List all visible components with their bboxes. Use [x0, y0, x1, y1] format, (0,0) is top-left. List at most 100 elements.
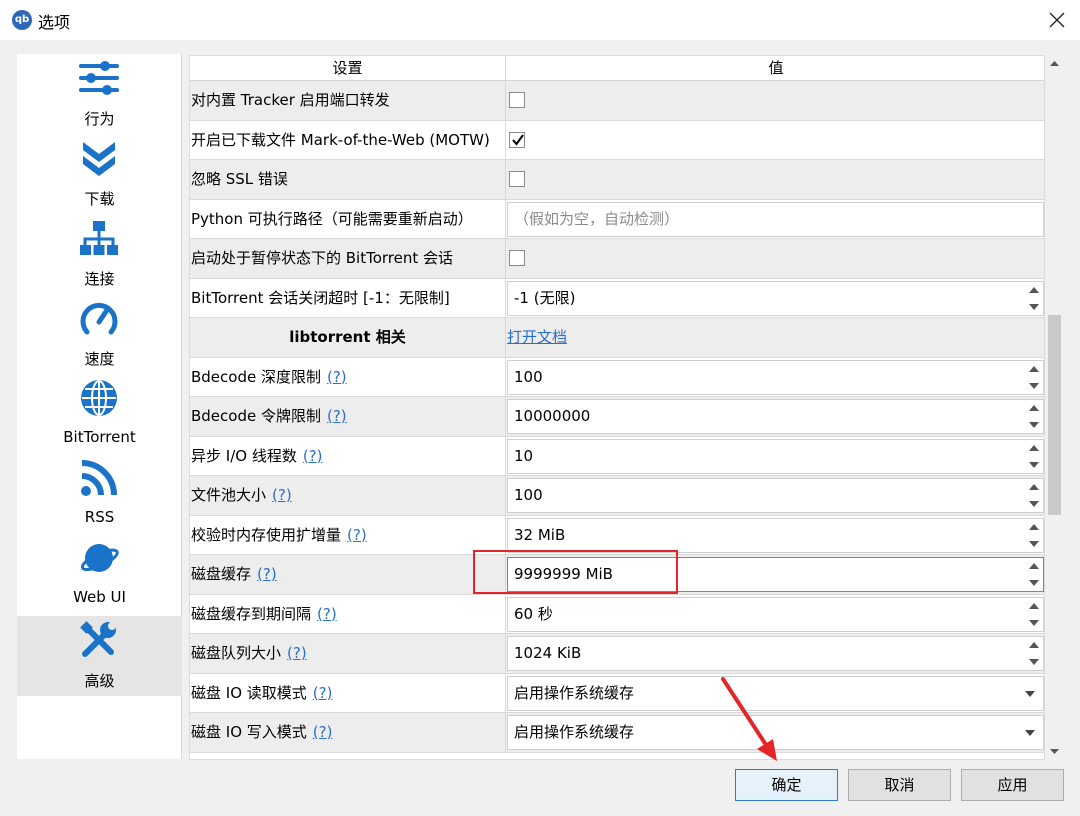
window-title: 选项 — [38, 13, 71, 32]
spin-down-button[interactable] — [1025, 615, 1043, 631]
chevron-up-icon — [1029, 642, 1039, 648]
chevron-down-icon — [1029, 619, 1039, 626]
setting-label: 异步 I/O 线程数 (?) — [190, 436, 506, 475]
table-row: 启动处于暂停状态下的 BitTorrent 会话 — [190, 239, 1044, 279]
spin-up-button[interactable] — [1025, 519, 1043, 535]
help-link[interactable]: (?) — [303, 447, 323, 465]
table-row: 对内置 Tracker 启用端口转发 — [190, 81, 1044, 121]
checking-memory-usage-spinbox[interactable]: 32 MiB — [507, 517, 1044, 553]
spin-down-button[interactable] — [1025, 654, 1043, 670]
help-link[interactable]: (?) — [313, 723, 333, 741]
column-header-value[interactable]: 值 — [506, 56, 1044, 81]
setting-label: 磁盘队列大小 (?) — [190, 634, 506, 673]
motw-checkbox[interactable] — [509, 131, 525, 148]
file-pool-size-spinbox[interactable]: 100 — [507, 478, 1044, 513]
embedded-tracker-port-forwarding-checkbox[interactable] — [509, 92, 525, 108]
spin-up-button[interactable] — [1025, 558, 1043, 574]
sliders-icon — [79, 61, 119, 95]
spin-up-button[interactable] — [1025, 440, 1043, 456]
sidebar-item-behavior[interactable]: 行为 — [17, 56, 182, 134]
setting-label: Bdecode 令牌限制 (?) — [190, 397, 506, 436]
chevron-up-icon — [1029, 484, 1039, 490]
spin-down-button[interactable] — [1025, 299, 1043, 315]
sidebar-item-label: 行为 — [84, 110, 115, 128]
setting-label-text: 磁盘队列大小 — [191, 644, 282, 662]
spinbox-value: 100 — [514, 367, 543, 386]
spinbox-value: 1024 KiB — [514, 644, 582, 662]
spin-up-button[interactable] — [1025, 479, 1043, 495]
setting-label: Python 可执行路径（可能需要重新启动） — [190, 199, 506, 238]
spin-down-button[interactable] — [1025, 575, 1043, 591]
help-link[interactable]: (?) — [327, 368, 347, 386]
chevron-down-icon — [1029, 540, 1039, 547]
scrollbar-thumb[interactable] — [1048, 315, 1061, 515]
bdecode-token-limit-spinbox[interactable]: 10000000 — [507, 399, 1044, 434]
help-link[interactable]: (?) — [317, 605, 337, 623]
sidebar-item-speed[interactable]: 速度 — [17, 296, 182, 374]
start-session-paused-checkbox[interactable] — [509, 250, 525, 266]
sidebar-item-connection[interactable]: 连接 — [17, 216, 182, 294]
spin-down-button[interactable] — [1025, 417, 1043, 433]
spin-up-button[interactable] — [1025, 361, 1043, 377]
spin-up-button[interactable] — [1025, 282, 1043, 298]
chevron-up-icon — [1029, 563, 1039, 569]
spin-down-button[interactable] — [1025, 496, 1043, 512]
disk-cache-expiry-spinbox[interactable]: 60 秒 — [507, 596, 1044, 632]
sidebar-item-webui[interactable]: Web UI — [17, 536, 182, 614]
dropdown-arrow-icon — [1025, 730, 1035, 736]
vertical-scrollbar[interactable] — [1045, 55, 1064, 760]
spin-up-button[interactable] — [1025, 637, 1043, 653]
spin-up-button[interactable] — [1025, 400, 1043, 416]
python-path-input[interactable]: （假如为空，自动检测） — [507, 201, 1044, 237]
section-label: libtorrent 相关 — [190, 318, 506, 357]
apply-button[interactable]: 应用 — [961, 769, 1064, 801]
disk-queue-size-spinbox[interactable]: 1024 KiB — [507, 636, 1044, 671]
session-shutdown-timeout-spinbox[interactable]: -1 (无限) — [507, 280, 1044, 316]
sidebar-item-downloads[interactable]: 下载 — [17, 136, 182, 214]
table-row: 文件池大小 (?) 100 — [190, 476, 1044, 516]
bdecode-depth-limit-spinbox[interactable]: 100 — [507, 359, 1044, 395]
help-link[interactable]: (?) — [272, 486, 292, 504]
ok-button[interactable]: 确定 — [735, 769, 838, 801]
help-link[interactable]: (?) — [257, 565, 277, 583]
sidebar-item-label: 速度 — [84, 350, 115, 368]
table-row: BitTorrent 会话关闭超时 [-1：无限制] -1 (无限) — [190, 278, 1044, 318]
sidebar-item-rss[interactable]: RSS — [17, 456, 182, 534]
help-link[interactable]: (?) — [287, 644, 307, 662]
table-row: 异步 I/O 线程数 (?) 10 — [190, 436, 1044, 476]
spinbox-value: 60 秒 — [514, 604, 553, 623]
sidebar-item-advanced[interactable]: 高级 — [17, 616, 182, 696]
scroll-up-button[interactable] — [1046, 55, 1063, 72]
setting-label: 磁盘 IO 写入模式 (?) — [190, 713, 506, 752]
table-row: Python 可执行路径（可能需要重新启动） （假如为空，自动检测） — [190, 199, 1044, 239]
ignore-ssl-errors-checkbox[interactable] — [509, 171, 525, 187]
column-header-setting[interactable]: 设置 — [190, 56, 506, 81]
table-row: 忽略 SSL 错误 — [190, 160, 1044, 200]
help-link[interactable]: (?) — [313, 684, 333, 702]
chevron-down-icon — [1029, 461, 1039, 468]
open-documentation-link[interactable]: 打开文档 — [507, 318, 567, 357]
chevron-down-icon — [1029, 659, 1039, 665]
setting-label: 文件池大小 (?) — [190, 476, 506, 515]
spin-down-button[interactable] — [1025, 457, 1043, 473]
help-link[interactable]: (?) — [347, 526, 367, 544]
table-row: 磁盘缓存到期间隔 (?) 60 秒 — [190, 594, 1044, 634]
spin-up-button[interactable] — [1025, 598, 1043, 614]
sidebar-item-bittorrent[interactable]: BitTorrent — [17, 376, 182, 454]
setting-label: BitTorrent 会话关闭超时 [-1：无限制] — [190, 278, 506, 317]
help-link[interactable]: (?) — [327, 407, 347, 425]
close-button[interactable] — [1034, 0, 1080, 40]
setting-label: 开启已下载文件 Mark-of-the-Web (MOTW) — [190, 120, 506, 159]
python-path-placeholder: （假如为空，自动检测） — [514, 209, 680, 228]
sidebar-item-label: Web UI — [73, 588, 126, 606]
spin-down-button[interactable] — [1025, 536, 1043, 552]
setting-label: 校验时内存使用扩增量 (?) — [190, 515, 506, 554]
setting-label-text: 磁盘缓存到期间隔 — [191, 604, 312, 623]
spinbox-value: 100 — [514, 486, 543, 504]
scroll-down-button[interactable] — [1046, 743, 1063, 760]
close-icon — [1049, 12, 1065, 28]
cancel-button[interactable]: 取消 — [848, 769, 951, 801]
setting-label-text: 磁盘 IO 写入模式 — [191, 723, 307, 741]
async-io-threads-spinbox[interactable]: 10 — [507, 438, 1044, 474]
spin-down-button[interactable] — [1025, 378, 1043, 394]
